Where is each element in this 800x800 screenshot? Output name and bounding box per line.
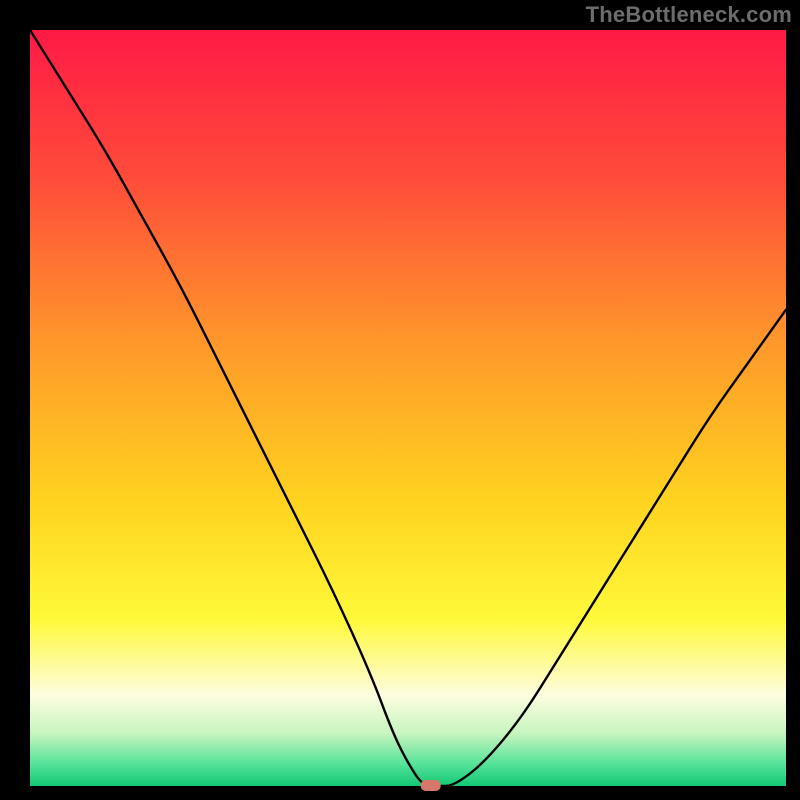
bottleneck-chart [0, 0, 800, 800]
watermark-label: TheBottleneck.com [586, 2, 792, 28]
chart-container: TheBottleneck.com [0, 0, 800, 800]
minimum-marker [421, 780, 441, 791]
chart-background [30, 30, 786, 786]
